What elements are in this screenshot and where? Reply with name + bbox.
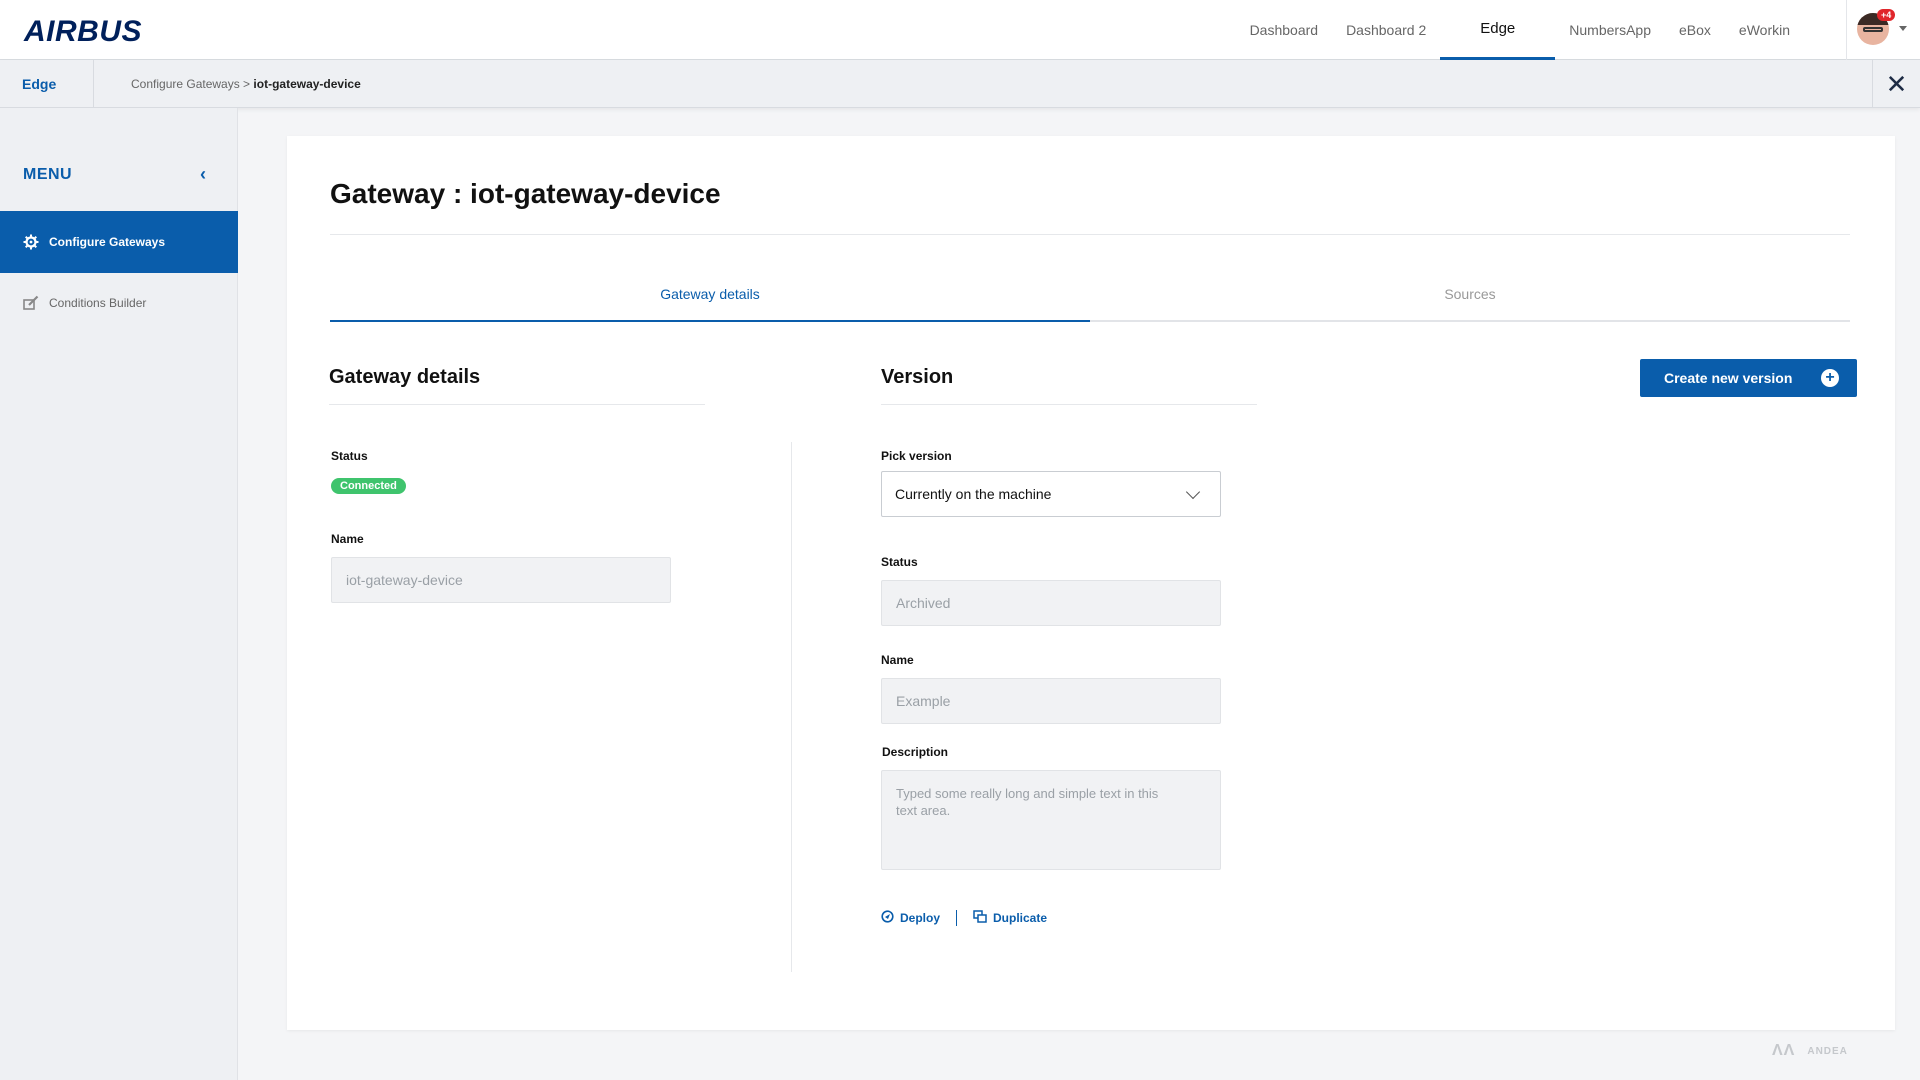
- status-badge: Connected: [331, 478, 406, 494]
- status-label: Status: [331, 449, 368, 463]
- sidebar-item-label: Configure Gateways: [49, 235, 166, 249]
- pick-version-label: Pick version: [881, 449, 952, 463]
- andea-brand: ANDEA: [1807, 1045, 1848, 1057]
- nav-numbersapp[interactable]: NumbersApp: [1555, 0, 1665, 60]
- app-name[interactable]: Edge: [0, 60, 94, 108]
- nav-dashboard-2[interactable]: Dashboard 2: [1332, 0, 1440, 60]
- breadcrumb-current: iot-gateway-device: [253, 77, 361, 91]
- version-rule: [881, 404, 1257, 405]
- chevron-down-icon: [1185, 484, 1201, 500]
- sub-bar: Edge Configure Gateways > iot-gateway-de…: [0, 60, 1920, 108]
- duplicate-button[interactable]: Duplicate: [973, 910, 1047, 926]
- sidebar-item-conditions-builder[interactable]: Conditions Builder: [0, 272, 238, 334]
- tab-gateway-details[interactable]: Gateway details: [330, 280, 1090, 322]
- nav-edge[interactable]: Edge: [1440, 0, 1556, 60]
- nav-eworkin[interactable]: eWorkin: [1725, 0, 1804, 60]
- nav-ebox[interactable]: eBox: [1665, 0, 1725, 60]
- main-card: Gateway : iot-gateway-device Gateway det…: [287, 136, 1895, 1030]
- menu-title: MENU: [23, 166, 73, 183]
- pencil-icon: [23, 295, 39, 311]
- gear-icon: [23, 234, 39, 250]
- version-select-value: Currently on the machine: [895, 486, 1052, 502]
- main-nav: Dashboard Dashboard 2 Edge NumbersApp eB…: [1236, 0, 1804, 60]
- andea-logo: ΛΛ ANDEA: [1772, 1042, 1848, 1060]
- sidebar-item-label: Conditions Builder: [49, 296, 147, 310]
- deploy-icon: [881, 910, 894, 926]
- column-divider: [791, 442, 792, 972]
- version-status-label: Status: [881, 555, 918, 569]
- close-icon[interactable]: ✕: [1872, 60, 1920, 108]
- title-divider: [330, 234, 1850, 235]
- avatar-glasses: [1863, 27, 1883, 32]
- airbus-logo[interactable]: AIRBUS: [24, 15, 142, 49]
- page-title: Gateway : iot-gateway-device: [330, 178, 721, 209]
- version-name-label: Name: [881, 653, 914, 667]
- tab-bar: Gateway details Sources: [330, 280, 1850, 322]
- sidebar-item-configure-gateways[interactable]: Configure Gateways: [0, 211, 238, 273]
- name-label: Name: [331, 532, 364, 546]
- create-new-version-label: Create new version: [1664, 370, 1793, 386]
- notification-badge: +4: [1877, 9, 1896, 21]
- andea-mark-icon: ΛΛ: [1772, 1042, 1796, 1059]
- plus-circle-icon: +: [1821, 369, 1839, 387]
- chevron-down-icon[interactable]: [1899, 26, 1907, 31]
- gateway-name-field: iot-gateway-device: [331, 557, 671, 603]
- breadcrumb: Configure Gateways > iot-gateway-device: [131, 77, 361, 91]
- tab-sources[interactable]: Sources: [1090, 280, 1850, 322]
- version-name-field[interactable]: Example: [881, 678, 1221, 724]
- gateway-details-rule: [329, 404, 705, 405]
- duplicate-label: Duplicate: [993, 911, 1048, 925]
- description-label: Description: [882, 745, 949, 759]
- actions-separator: [956, 910, 958, 926]
- duplicate-icon: [973, 910, 987, 926]
- version-status-field: Archived: [881, 580, 1221, 626]
- nav-dashboard[interactable]: Dashboard: [1236, 0, 1333, 60]
- breadcrumb-parent[interactable]: Configure Gateways >: [131, 77, 250, 91]
- description-textarea[interactable]: Typed some really long and simple text i…: [881, 770, 1221, 870]
- version-actions: Deploy Duplicate: [881, 910, 1047, 926]
- top-bar: AIRBUS Dashboard Dashboard 2 Edge Number…: [0, 0, 1920, 60]
- version-select[interactable]: Currently on the machine: [881, 471, 1221, 517]
- sidebar: MENU ‹ Configure Gateways Conditions Bui…: [0, 108, 238, 1080]
- collapse-icon[interactable]: ‹: [200, 164, 206, 185]
- create-new-version-button[interactable]: Create new version +: [1640, 359, 1857, 397]
- deploy-label: Deploy: [900, 911, 941, 925]
- deploy-button[interactable]: Deploy: [881, 910, 940, 926]
- user-menu[interactable]: +4: [1846, 0, 1920, 60]
- gateway-details-heading: Gateway details: [329, 366, 481, 388]
- version-heading: Version: [881, 366, 954, 388]
